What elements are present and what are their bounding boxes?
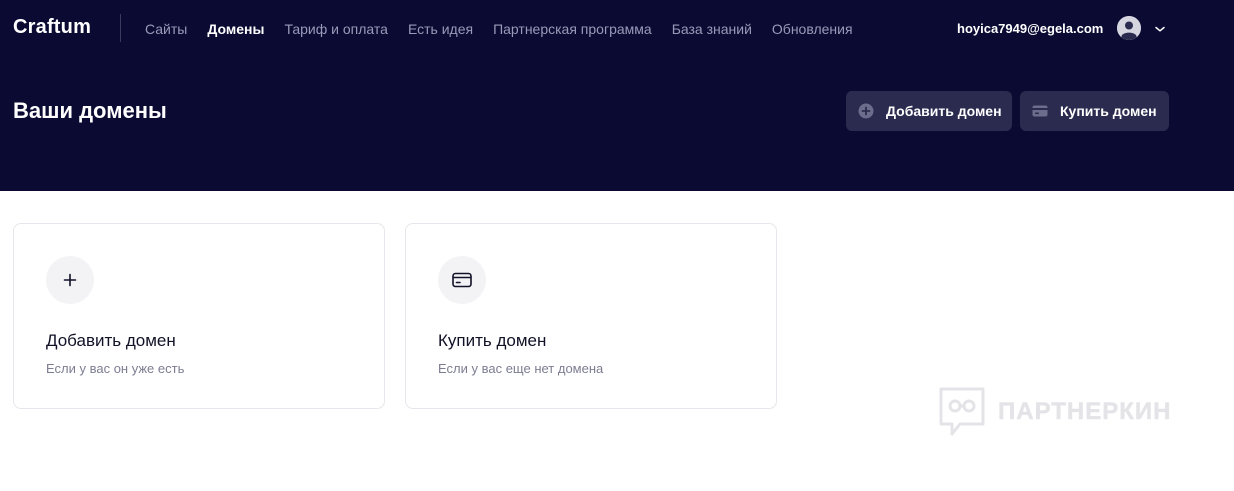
add-domain-card[interactable]: Добавить домен Если у вас он уже есть bbox=[13, 223, 385, 409]
card-icon bbox=[1032, 103, 1048, 119]
partnerkin-logo-icon bbox=[939, 387, 985, 436]
plus-icon bbox=[46, 256, 94, 304]
buy-domain-card[interactable]: Купить домен Если у вас еще нет домена bbox=[405, 223, 777, 409]
buy-domain-card-title: Купить домен bbox=[438, 331, 547, 350]
nav-item-domains[interactable]: Домены bbox=[207, 21, 264, 37]
nav-item-knowledge-base[interactable]: База знаний bbox=[672, 21, 752, 37]
chevron-down-icon[interactable] bbox=[1154, 22, 1166, 34]
nav-item-partner-program[interactable]: Партнерская программа bbox=[493, 21, 652, 37]
add-domain-card-title: Добавить домен bbox=[46, 331, 176, 350]
user-menu[interactable]: hoyica7949@egela.com bbox=[957, 14, 1165, 42]
top-header: Craftum Сайты Домены Тариф и оплата Есть… bbox=[0, 0, 1234, 191]
card-icon bbox=[438, 256, 486, 304]
buy-domain-card-subtitle: Если у вас еще нет домена bbox=[438, 361, 604, 376]
plus-circle-icon bbox=[858, 103, 874, 119]
add-domain-card-subtitle: Если у вас он уже есть bbox=[46, 361, 185, 376]
nav-item-billing[interactable]: Тариф и оплата bbox=[284, 21, 388, 37]
watermark-text: ПАРТНЕРКИН bbox=[998, 398, 1172, 426]
add-domain-button-label: Добавить домен bbox=[886, 103, 1002, 119]
user-email[interactable]: hoyica7949@egela.com bbox=[957, 21, 1103, 36]
page-title: Ваши домены bbox=[13, 98, 167, 123]
nav-item-ideas[interactable]: Есть идея bbox=[408, 21, 473, 37]
add-domain-button[interactable]: Добавить домен bbox=[846, 91, 1012, 131]
craftum-logo[interactable]: Craftum bbox=[13, 16, 91, 39]
nav-item-sites[interactable]: Сайты bbox=[145, 21, 187, 37]
user-avatar-icon[interactable] bbox=[1117, 16, 1141, 40]
buy-domain-button-label: Купить домен bbox=[1060, 103, 1157, 119]
buy-domain-button[interactable]: Купить домен bbox=[1020, 91, 1169, 131]
logo-divider bbox=[120, 14, 121, 42]
partnerkin-watermark: ПАРТНЕРКИН bbox=[938, 386, 1172, 438]
nav-item-updates[interactable]: Обновления bbox=[772, 21, 853, 37]
main-nav: Сайты Домены Тариф и оплата Есть идея Па… bbox=[145, 20, 853, 38]
